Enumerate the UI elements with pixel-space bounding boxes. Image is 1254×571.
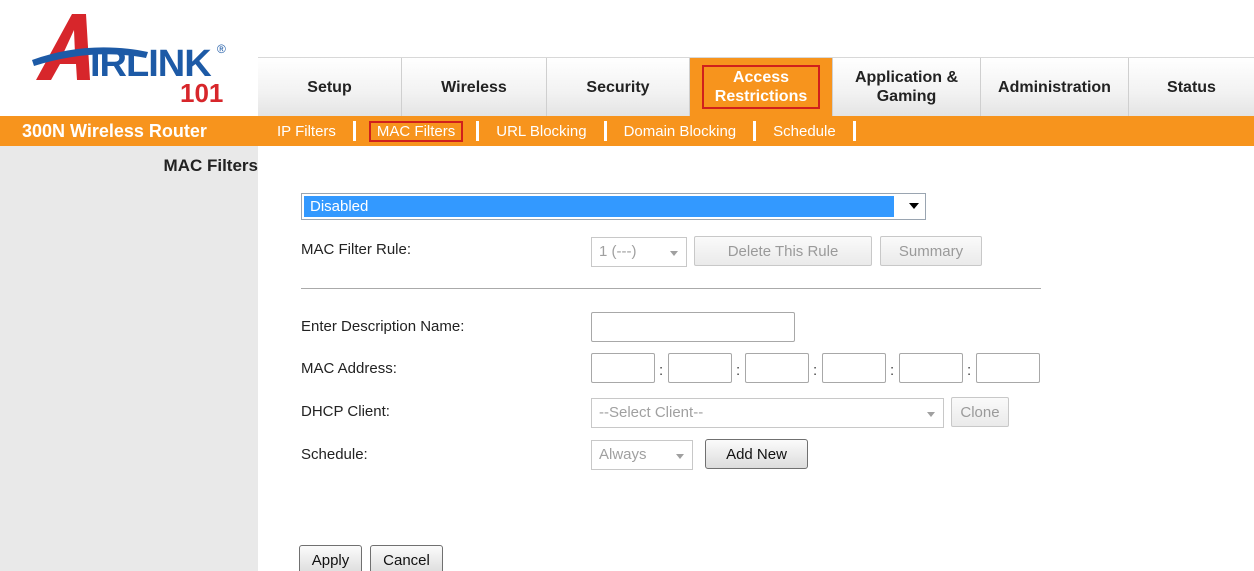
dhcp-client-label: DHCP Client: [301, 403, 390, 420]
chevron-down-icon [927, 412, 935, 417]
mac-octet-6-input[interactable] [976, 353, 1040, 383]
mac-octet-4-input[interactable] [822, 353, 886, 383]
subnav-separator [753, 121, 757, 141]
mac-filter-rule-select[interactable]: 1 (---) [591, 237, 687, 267]
subnav-ip-filters[interactable]: IP Filters [273, 121, 340, 142]
subnav-domain-blocking[interactable]: Domain Blocking [620, 121, 741, 142]
chevron-down-icon [676, 454, 684, 459]
router-model-title: 300N Wireless Router [22, 121, 207, 141]
chevron-down-icon [909, 203, 919, 209]
mac-separator: : [813, 362, 818, 379]
subnav-mac-filters[interactable]: MAC Filters [368, 120, 464, 142]
router-page: IRLINK ® 101 Setup Wireless Security Acc… [0, 0, 1254, 571]
tab-wireless[interactable]: Wireless [402, 58, 547, 116]
dhcp-client-select[interactable]: --Select Client-- [591, 398, 944, 428]
sidebar: MAC Filters [0, 146, 258, 571]
description-label: Enter Description Name: [301, 318, 465, 335]
mac-octet-1-input[interactable] [591, 353, 655, 383]
mac-filter-mode-select[interactable]: Disabled [301, 193, 926, 220]
chevron-down-icon [670, 251, 678, 256]
tab-application-gaming[interactable]: Application & Gaming [833, 58, 981, 116]
tab-setup[interactable]: Setup [258, 58, 402, 116]
mac-separator: : [967, 362, 972, 379]
add-new-schedule-button[interactable]: Add New [705, 439, 808, 469]
clone-button[interactable]: Clone [951, 397, 1009, 427]
schedule-select[interactable]: Always [591, 440, 693, 470]
mac-separator: : [659, 362, 664, 379]
subnav-separator [352, 121, 356, 141]
mac-octet-5-input[interactable] [899, 353, 963, 383]
rule-select-value: 1 (---) [599, 243, 637, 260]
subnav-separator [852, 121, 856, 141]
schedule-value: Always [599, 446, 647, 463]
delete-rule-button[interactable]: Delete This Rule [694, 236, 872, 266]
cancel-button[interactable]: Cancel [370, 545, 443, 571]
subnav-separator [603, 121, 607, 141]
subnav-separator [476, 121, 480, 141]
summary-button[interactable]: Summary [880, 236, 982, 266]
subnav-schedule[interactable]: Schedule [769, 121, 840, 142]
mac-address-label: MAC Address: [301, 360, 397, 377]
tab-access-restrictions[interactable]: Access Restrictions [690, 58, 833, 116]
sidebar-title: MAC Filters [163, 156, 258, 175]
dhcp-client-value: --Select Client-- [599, 404, 704, 421]
tab-administration[interactable]: Administration [981, 58, 1129, 116]
svg-text:®: ® [217, 42, 226, 56]
mac-filter-mode-value: Disabled [304, 196, 894, 217]
main-nav-tabs: Setup Wireless Security Access Restricti… [258, 57, 1254, 116]
tab-security[interactable]: Security [547, 58, 690, 116]
description-input[interactable] [591, 312, 795, 342]
mac-separator: : [890, 362, 895, 379]
mac-octet-2-input[interactable] [668, 353, 732, 383]
apply-button[interactable]: Apply [299, 545, 362, 571]
svg-text:101: 101 [180, 78, 223, 108]
mac-filter-rule-label: MAC Filter Rule: [301, 241, 412, 258]
schedule-label: Schedule: [301, 446, 368, 463]
airlink-logo: IRLINK ® 101 [30, 8, 245, 108]
divider [301, 288, 1041, 289]
mac-separator: : [736, 362, 741, 379]
subnav-url-blocking[interactable]: URL Blocking [492, 121, 590, 142]
tab-status[interactable]: Status [1129, 58, 1254, 116]
sub-nav-links: IP Filters MAC Filters URL Blocking Doma… [273, 116, 869, 146]
sub-nav-bar: 300N Wireless Router IP Filters MAC Filt… [0, 116, 1254, 146]
mac-octet-3-input[interactable] [745, 353, 809, 383]
